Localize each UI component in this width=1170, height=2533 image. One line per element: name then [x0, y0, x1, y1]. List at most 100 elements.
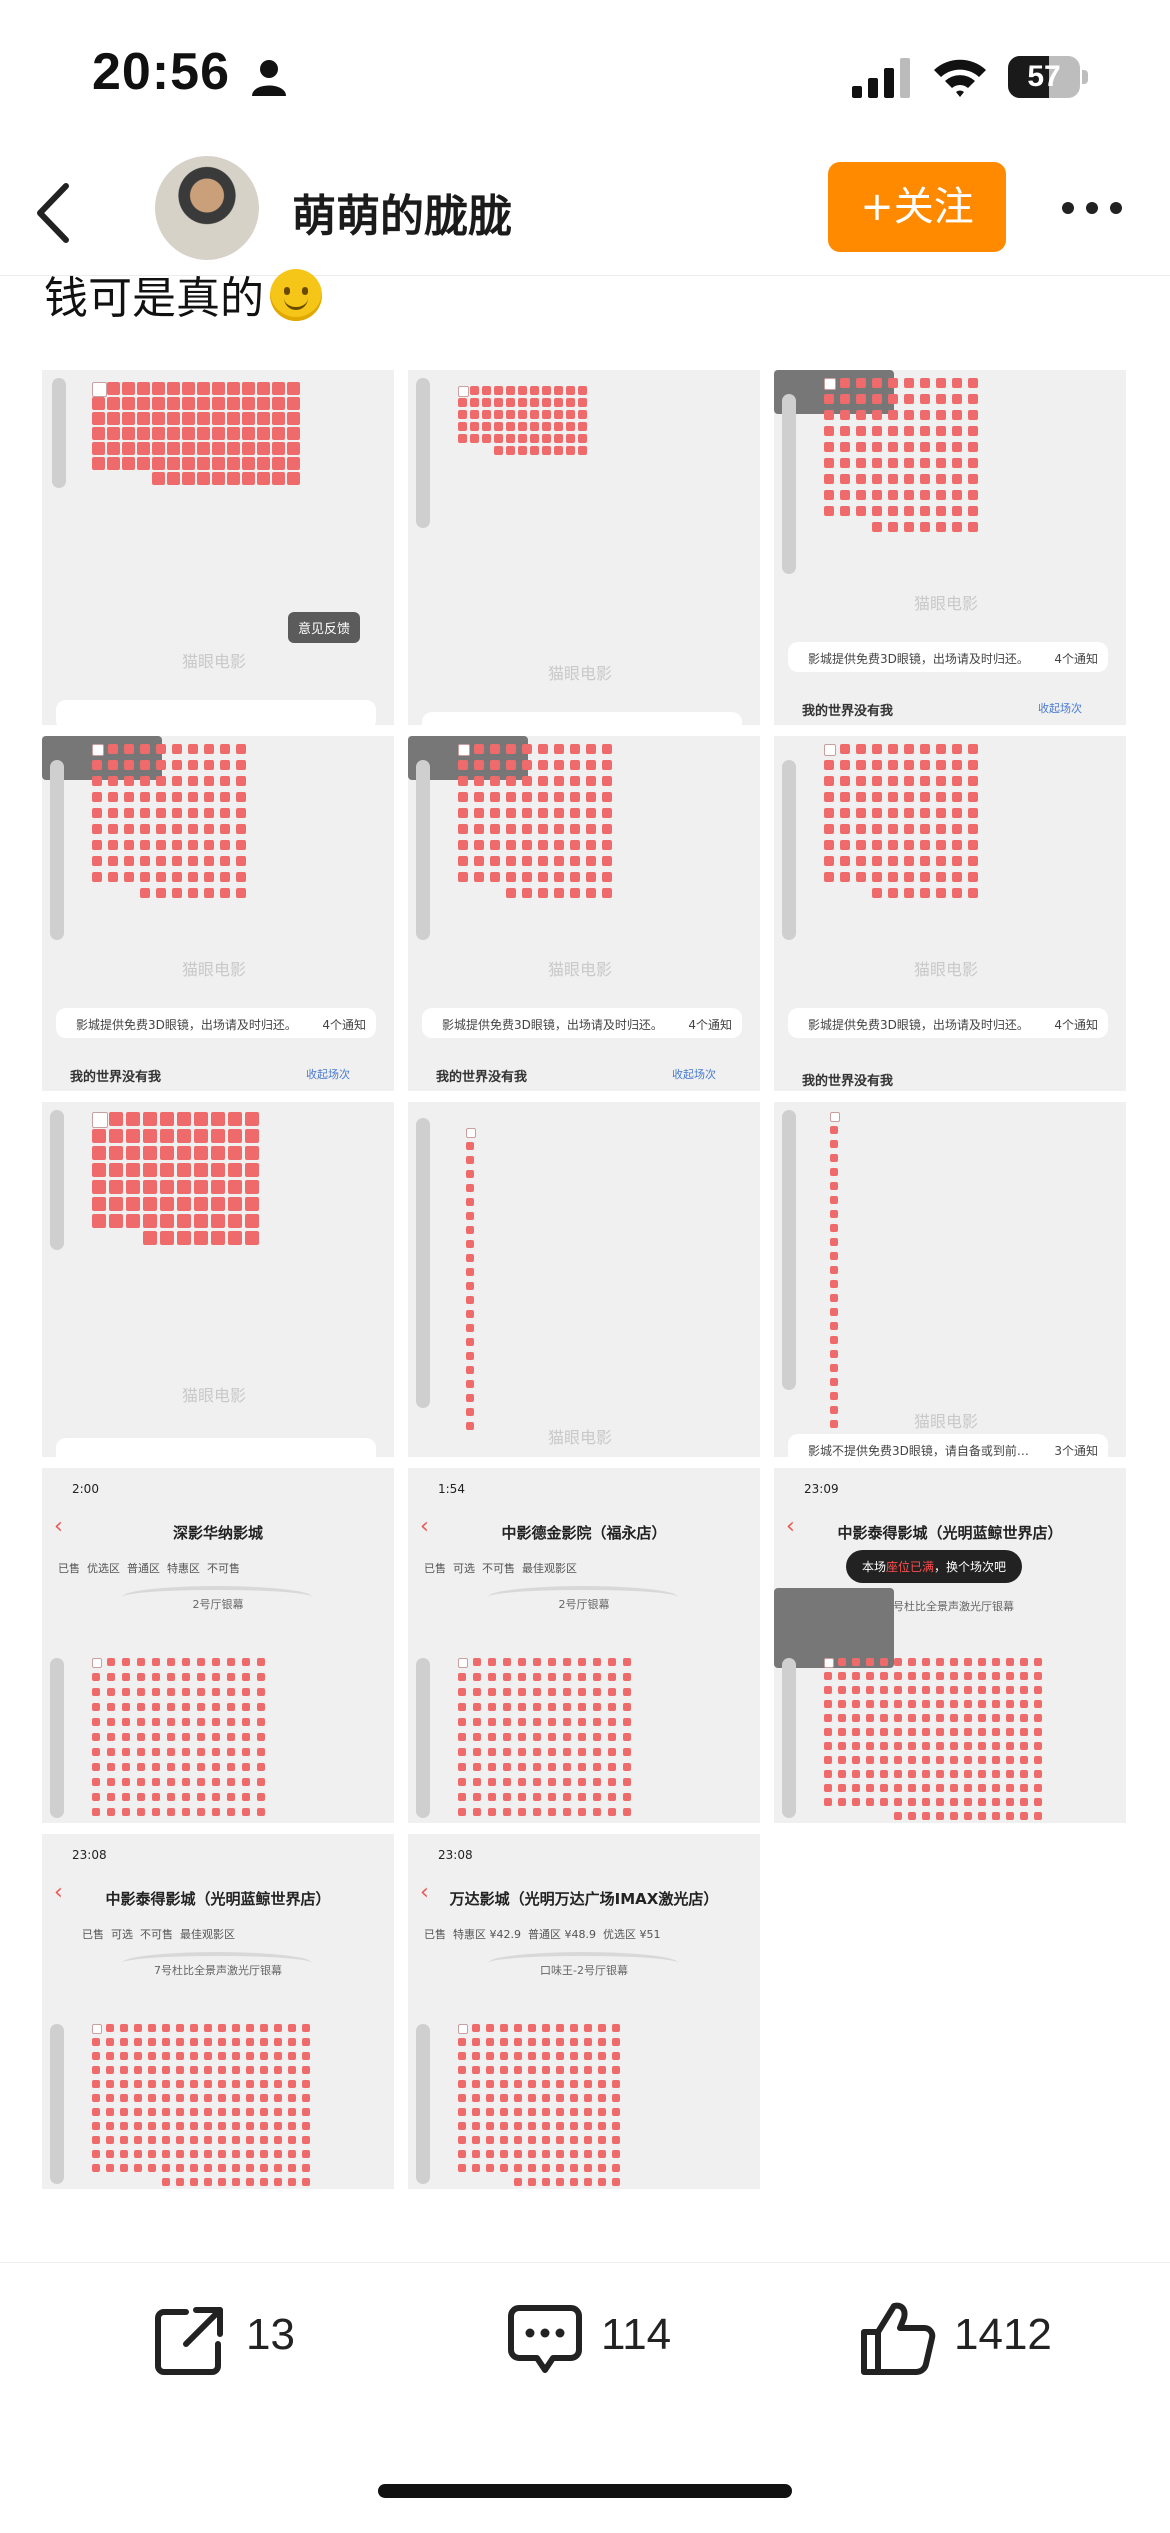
seat: [888, 872, 898, 882]
seat: [140, 760, 150, 770]
seat: [528, 2094, 536, 2102]
seat: [612, 2178, 620, 2186]
seat: [466, 1142, 474, 1150]
more-icon[interactable]: [1060, 198, 1124, 218]
seat: [518, 446, 527, 455]
image-11[interactable]: 1:54 ‹ 中影德金影院（福永店） 已售 可选 不可售 最佳观影区 2号厅银幕: [408, 1468, 760, 1823]
seat: [533, 1793, 541, 1801]
seat: [143, 1146, 157, 1160]
seat: [472, 2066, 480, 2074]
seat: [232, 2178, 240, 2186]
seat: [120, 2136, 128, 2144]
seat: [172, 824, 182, 834]
seat: [227, 1688, 235, 1696]
seat: [856, 808, 866, 818]
seat: [212, 457, 225, 470]
comment-action[interactable]: 114: [505, 2292, 705, 2388]
feedback-button[interactable]: 意见反馈: [288, 612, 361, 643]
image-4[interactable]: 猫眼电影 影城提供免费3D眼镜，出场请及时归还。 4个通知 我的世界没有我 收起…: [42, 736, 394, 1091]
notice-count[interactable]: 4个通知: [688, 1016, 732, 1033]
seat: [92, 1180, 106, 1194]
seat: [204, 2080, 212, 2088]
seat: [593, 1658, 601, 1666]
seat: [92, 1658, 102, 1668]
seat: [838, 1798, 846, 1806]
image-7[interactable]: 猫眼电影: [42, 1102, 394, 1457]
seat: [824, 776, 834, 786]
seat: [528, 2080, 536, 2088]
seat: [458, 2108, 466, 2116]
image-14[interactable]: 23:08 ‹ 万达影城（光明万达广场IMAX激光店） 已售 特惠区 ¥42.9…: [408, 1834, 760, 2189]
seat: [106, 2052, 114, 2060]
seat: [992, 1742, 1000, 1750]
seat: [288, 2136, 296, 2144]
seat: [936, 490, 946, 500]
seat: [212, 1673, 220, 1681]
seat: [473, 1748, 481, 1756]
seat: [92, 2080, 100, 2088]
share-action[interactable]: 13: [150, 2292, 310, 2388]
seat: [204, 2108, 212, 2116]
notice-count[interactable]: 4个通知: [1054, 650, 1098, 667]
seat: [494, 386, 503, 395]
image-1[interactable]: 意见反馈 猫眼电影: [42, 370, 394, 725]
seat: [260, 2122, 268, 2130]
username[interactable]: 萌萌的胧胧: [292, 180, 512, 244]
seat: [538, 776, 548, 786]
seat: [506, 410, 515, 419]
seat: [302, 2178, 310, 2186]
image-9[interactable]: 猫眼电影 影城不提供免费3D眼镜，请自备或到前… 3个通知: [774, 1102, 1126, 1457]
seat: [156, 760, 166, 770]
image-8[interactable]: 猫眼电影: [408, 1102, 760, 1457]
seat: [92, 760, 102, 770]
seat: [92, 412, 105, 425]
seat: [227, 427, 240, 440]
image-6[interactable]: 猫眼电影 影城提供免费3D眼镜，出场请及时归还。 4个通知 我的世界没有我: [774, 736, 1126, 1091]
collapse-button[interactable]: 收起场次: [1038, 700, 1082, 716]
seat: [950, 1672, 958, 1680]
seat: [486, 2094, 494, 2102]
image-12[interactable]: 23:09 ‹ 中影泰得影城（光明蓝鲸世界店） 本场座位已满，换个场次吧 7号杜…: [774, 1468, 1126, 1823]
collapse-button[interactable]: 收起场次: [306, 1066, 350, 1082]
seat: [602, 744, 612, 754]
seat: [172, 792, 182, 802]
image-13[interactable]: 23:08 ‹ 中影泰得影城（光明蓝鲸世界店） 已售 可选 不可售 最佳观影区 …: [42, 1834, 394, 2189]
seat: [197, 1778, 205, 1786]
seat: [122, 1658, 130, 1666]
seat: [904, 490, 914, 500]
seat: [1006, 1672, 1014, 1680]
seat: [287, 427, 300, 440]
image-10[interactable]: 2:00 ‹ 深影华纳影城 已售 优选区 普通区 特惠区 不可售 2号厅银幕: [42, 1468, 394, 1823]
like-action[interactable]: 1412: [858, 2292, 1098, 2388]
notice-count[interactable]: 3个通知: [1054, 1442, 1098, 1457]
seat: [554, 872, 564, 882]
image-2[interactable]: 猫眼电影: [408, 370, 760, 725]
seat: [978, 1714, 986, 1722]
seat: [162, 2122, 170, 2130]
seat: [530, 422, 539, 431]
seat: [137, 1673, 145, 1681]
avatar[interactable]: [155, 156, 259, 260]
back-icon[interactable]: [30, 178, 80, 248]
seat: [227, 1748, 235, 1756]
seat: [894, 1756, 902, 1764]
collapse-button[interactable]: 收起场次: [672, 1066, 716, 1082]
follow-button[interactable]: +关注: [828, 162, 1006, 252]
seat: [514, 2080, 522, 2088]
seat: [623, 1703, 631, 1711]
seat: [584, 2066, 592, 2074]
notice-count[interactable]: 4个通知: [322, 1016, 366, 1033]
seat: [554, 760, 564, 770]
seat: [232, 2150, 240, 2158]
seat: [194, 1129, 208, 1143]
battery-icon: 57: [1008, 56, 1088, 98]
notice-count[interactable]: 4个通知: [1054, 1016, 1098, 1033]
seat-legend: 已售 可选 不可售 最佳观影区: [82, 1928, 235, 1941]
image-3[interactable]: 猫眼电影 影城提供免费3D眼镜，出场请及时归还。 4个通知 我的世界没有我 收起…: [774, 370, 1126, 725]
seat: [466, 1198, 474, 1206]
seat: [167, 472, 180, 485]
home-indicator[interactable]: [378, 2484, 792, 2498]
seat: [92, 1112, 108, 1128]
image-5[interactable]: 猫眼电影 影城提供免费3D眼镜，出场请及时归还。 4个通知 我的世界没有我 收起…: [408, 736, 760, 1091]
seat: [593, 1703, 601, 1711]
